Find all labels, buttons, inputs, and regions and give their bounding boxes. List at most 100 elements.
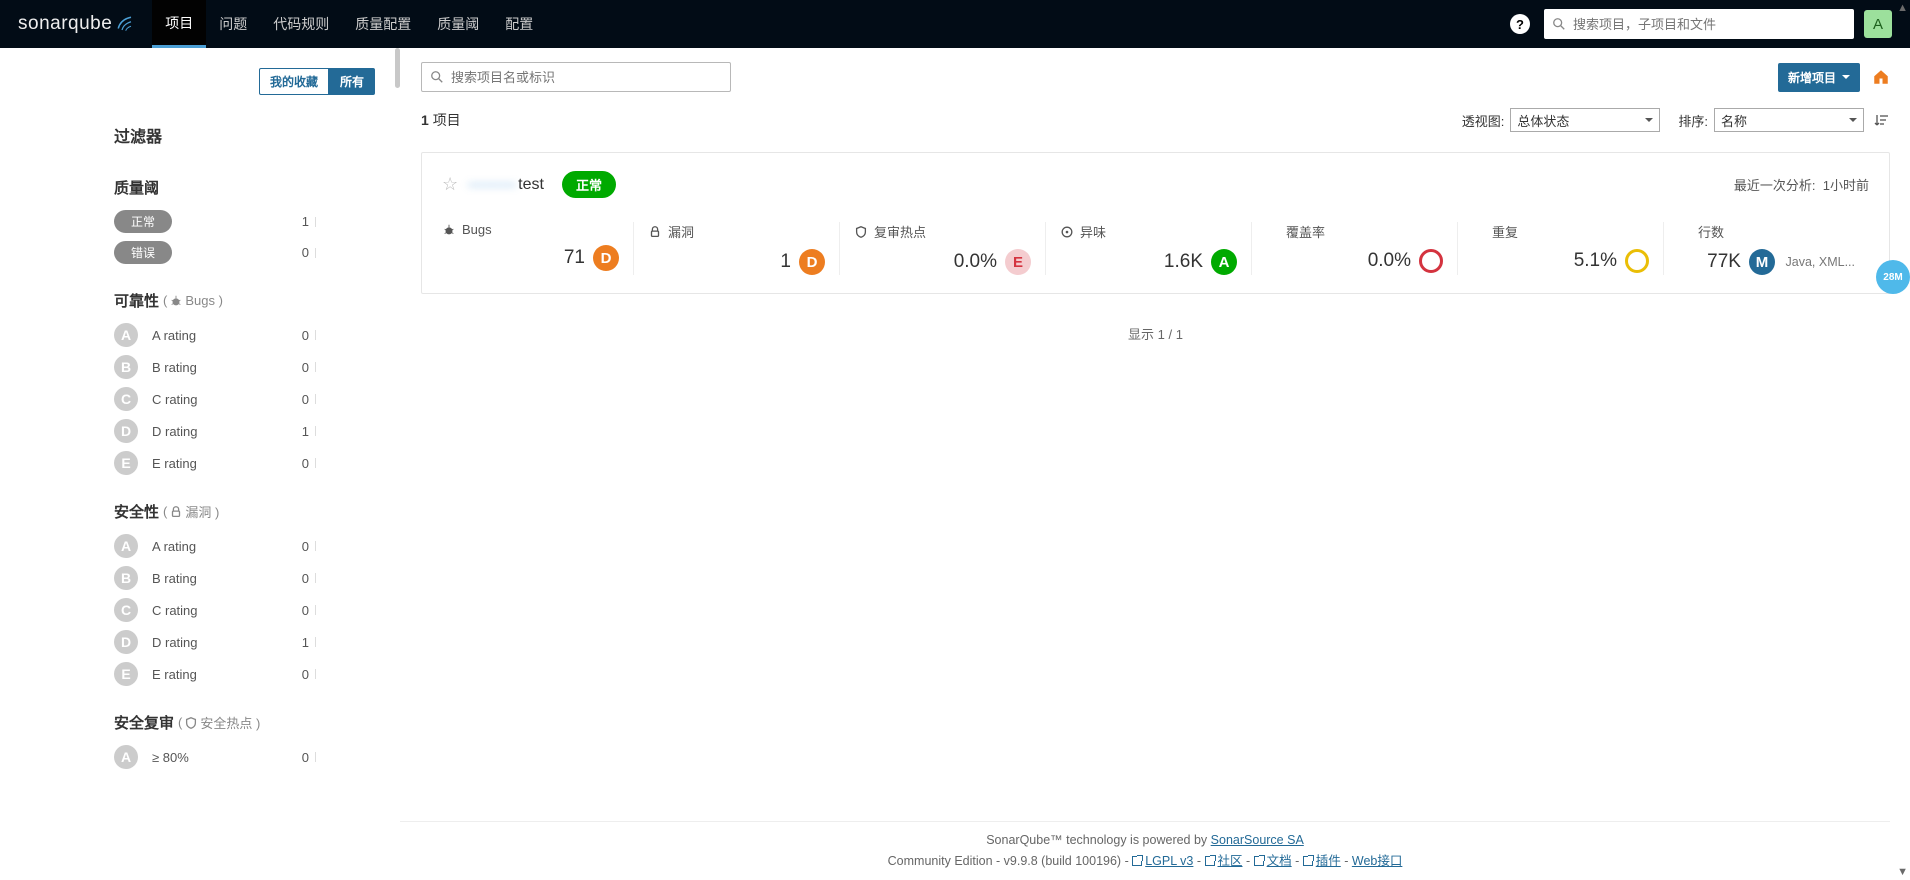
metric-行数[interactable]: 行数77KM Java, XML...	[1663, 222, 1869, 275]
avatar-letter: A	[1873, 16, 1883, 33]
help-icon[interactable]: ?	[1510, 14, 1530, 34]
last-analysis: 最近一次分析: 1小时前	[1734, 175, 1869, 194]
chevron-down-icon	[1849, 118, 1857, 122]
footer-link[interactable]: LGPL v3	[1132, 854, 1193, 868]
metric-异味[interactable]: 异味1.6KA	[1045, 222, 1251, 275]
metric-复审热点[interactable]: 复审热点0.0%E	[839, 222, 1045, 275]
filter-row[interactable]: BB rating0	[114, 566, 375, 590]
filter-section-quality_gate: 质量阈正常1 错误0	[114, 177, 375, 264]
filter-row[interactable]: EE rating0	[114, 451, 375, 475]
footer-line2: Community Edition - v9.9.8 (build 100196…	[401, 851, 1890, 872]
favorite-tabs: 我的收藏 所有	[114, 68, 375, 95]
filter-row[interactable]: 正常1	[114, 210, 375, 233]
nav-tab-4[interactable]: 质量阈	[424, 0, 492, 48]
filter-row[interactable]: 错误0	[114, 241, 375, 264]
scroll-down-arrow[interactable]: ▼	[1897, 866, 1908, 878]
filter-section-reliability: 可靠性( Bugs )AA rating0BB rating0CC rating…	[114, 290, 375, 475]
metric-Bugs[interactable]: Bugs71D	[442, 222, 633, 275]
last-analysis-label: 最近一次分析:	[1734, 178, 1816, 193]
filter-row[interactable]: DD rating1	[114, 630, 375, 654]
chevron-down-icon	[1842, 75, 1850, 79]
sort-label: 排序:	[1678, 111, 1708, 130]
bug-icon	[442, 223, 456, 237]
rating-badge-E: E	[1005, 249, 1031, 275]
nav-tabs: 项目问题代码规则质量配置质量阈配置	[152, 0, 546, 48]
rating-badge-A: A	[114, 745, 138, 769]
project-count-number: 1	[421, 112, 429, 128]
quality-gate-badge: 正常	[562, 171, 616, 198]
rating-badge-D: D	[114, 419, 138, 443]
rating-badge-A: A	[114, 323, 138, 347]
filter-row[interactable]: EE rating0	[114, 662, 375, 686]
showing-count: 显示 1 / 1	[421, 324, 1890, 343]
footer: SonarQube™ technology is powered by Sona…	[401, 821, 1890, 880]
filter-row[interactable]: CC rating0	[114, 598, 375, 622]
favorite-star-icon[interactable]: ☆	[442, 174, 458, 195]
logo[interactable]: sonarqube	[18, 13, 134, 35]
home-icon[interactable]	[1872, 68, 1890, 86]
filters-title: 过滤器	[114, 123, 375, 147]
chevron-down-icon	[1645, 118, 1653, 122]
last-analysis-value: 1小时前	[1823, 178, 1869, 193]
filter-row[interactable]: A≥ 80%0	[114, 745, 375, 769]
perspective-select[interactable]: 总体状态	[1510, 108, 1660, 132]
metric-value: 0.0%	[1368, 250, 1411, 272]
dupe-icon	[1472, 225, 1486, 239]
sort-select[interactable]: 名称	[1714, 108, 1864, 132]
nav-tab-2[interactable]: 代码规则	[260, 0, 342, 48]
nav-tab-0[interactable]: 项目	[152, 0, 206, 48]
project-search-input[interactable]	[449, 69, 722, 86]
rating-badge-D: D	[593, 245, 619, 271]
rating-badge-C: C	[114, 387, 138, 411]
footer-web-api-link[interactable]: Web接口	[1352, 854, 1402, 868]
project-name-suffix: test	[518, 176, 544, 194]
project-name-redacted: ———	[468, 176, 516, 194]
new-project-button[interactable]: 新增项目	[1778, 63, 1860, 92]
filter-row[interactable]: DD rating1	[114, 419, 375, 443]
external-link-icon	[1303, 856, 1313, 866]
filter-row[interactable]: CC rating0	[114, 387, 375, 411]
sort-direction-icon[interactable]	[1874, 112, 1890, 128]
filter-heading-quality_gate: 质量阈	[114, 177, 375, 198]
coverage-icon	[1266, 225, 1280, 239]
project-name[interactable]: ——— test	[468, 176, 544, 194]
external-link-icon	[1132, 856, 1142, 866]
rating-badge-B: B	[114, 355, 138, 379]
search-icon	[430, 70, 444, 84]
project-search[interactable]	[421, 62, 731, 92]
metric-漏洞[interactable]: 漏洞1D	[633, 222, 839, 275]
scroll-up-arrow[interactable]: ▲	[1897, 2, 1908, 14]
filter-row[interactable]: AA rating0	[114, 323, 375, 347]
new-project-label: 新增项目	[1788, 69, 1836, 86]
floating-badge[interactable]: 28M	[1876, 260, 1910, 294]
filter-heading-security: 安全性( 漏洞 )	[114, 501, 375, 522]
nav-tab-5[interactable]: 配置	[492, 0, 546, 48]
footer-link[interactable]: 社区	[1205, 854, 1243, 868]
rating-ring	[1419, 249, 1443, 273]
metric-覆盖率[interactable]: 覆盖率0.0%	[1251, 222, 1457, 275]
lines-icon	[1678, 225, 1692, 239]
metric-重复[interactable]: 重复5.1%	[1457, 222, 1663, 275]
tab-all[interactable]: 所有	[329, 68, 375, 95]
tab-my-favorites[interactable]: 我的收藏	[259, 68, 329, 95]
nav-tab-3[interactable]: 质量配置	[342, 0, 424, 48]
footer-link[interactable]: 插件	[1303, 854, 1341, 868]
filter-row[interactable]: BB rating0	[114, 355, 375, 379]
rating-ring	[1625, 249, 1649, 273]
rating-badge-C: C	[114, 598, 138, 622]
footer-link[interactable]: 文档	[1254, 854, 1292, 868]
top-nav: sonarqube 项目问题代码规则质量配置质量阈配置 ? A	[0, 0, 1910, 48]
filter-heading-security_review: 安全复审( 安全热点 )	[114, 712, 375, 733]
global-search-input[interactable]	[1571, 16, 1846, 33]
nav-tab-1[interactable]: 问题	[206, 0, 260, 48]
metric-value: 0.0%	[954, 251, 997, 273]
external-link-icon	[1205, 856, 1215, 866]
project-count-label: 项目	[433, 112, 461, 128]
external-link-icon	[1254, 856, 1264, 866]
rating-badge-A: A	[1211, 249, 1237, 275]
global-search[interactable]	[1544, 9, 1854, 39]
filter-row[interactable]: AA rating0	[114, 534, 375, 558]
avatar[interactable]: A	[1864, 10, 1892, 38]
search-icon	[1552, 17, 1566, 31]
footer-sonarsource-link[interactable]: SonarSource SA	[1211, 833, 1304, 847]
